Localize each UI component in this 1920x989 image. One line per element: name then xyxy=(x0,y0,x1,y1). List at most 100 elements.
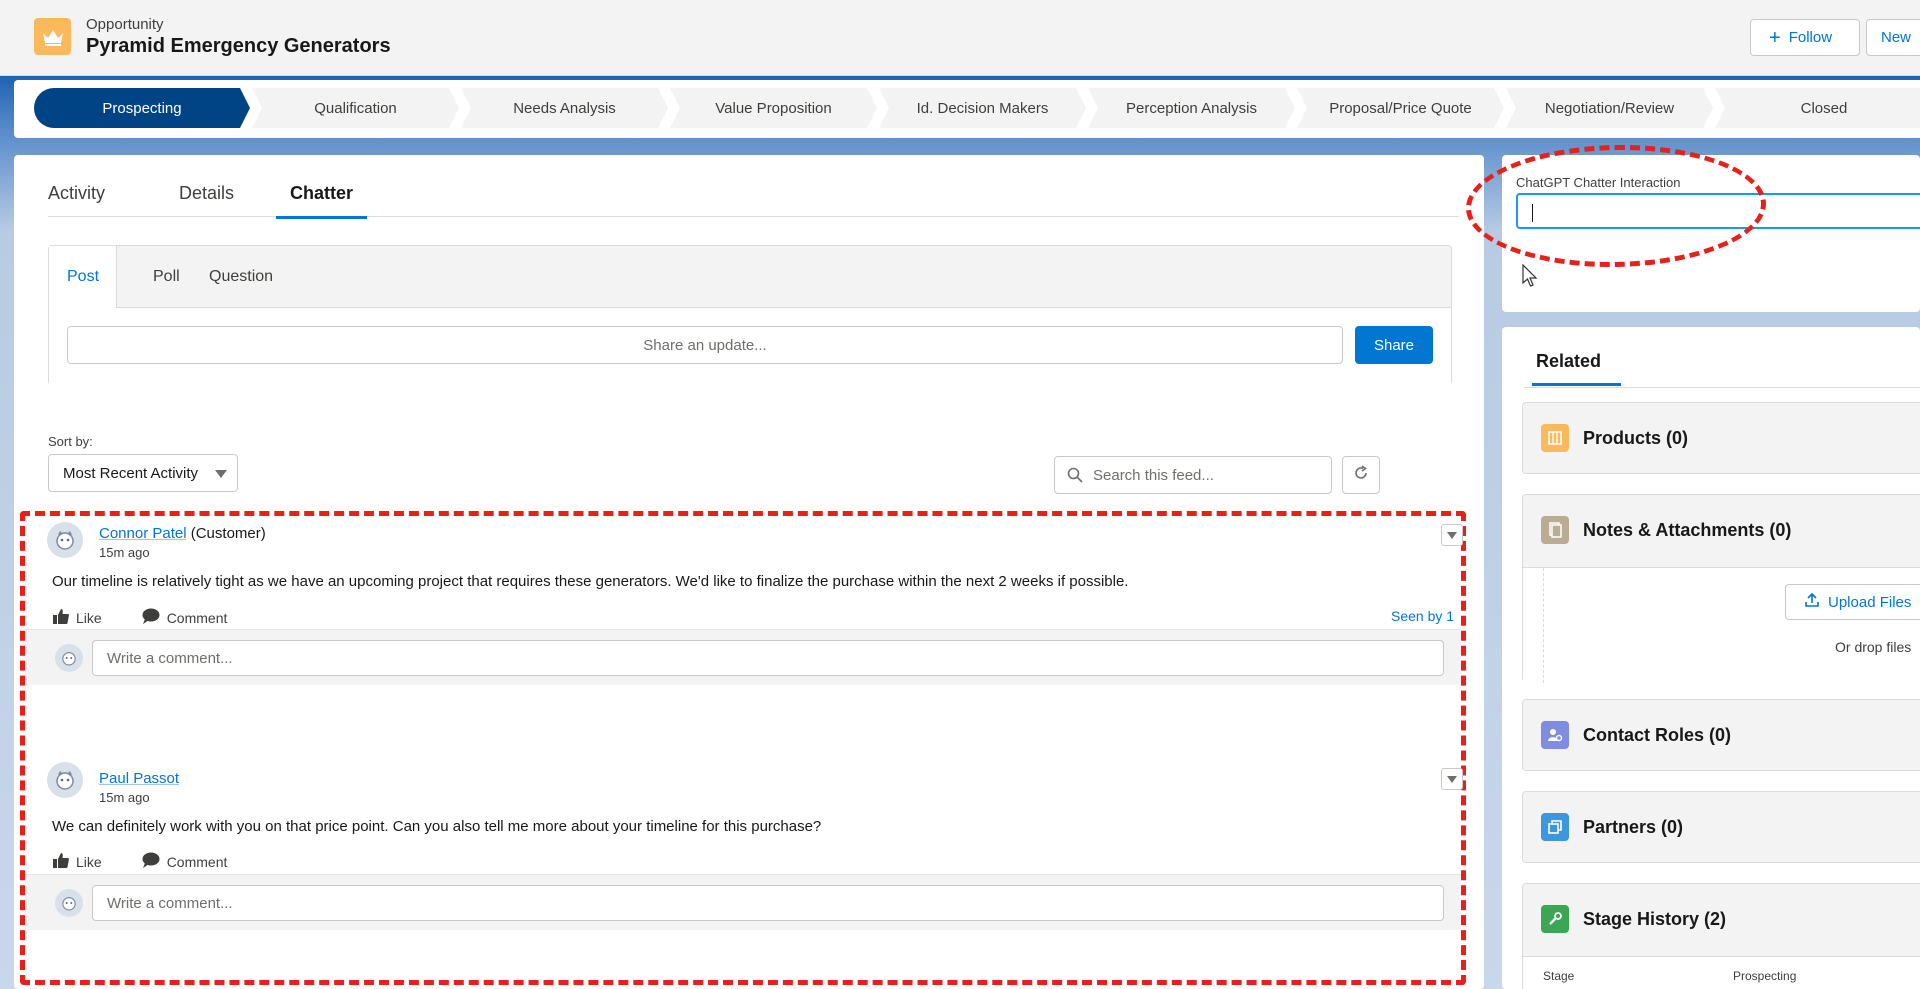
record-header: Opportunity Pyramid Emergency Generators… xyxy=(0,0,1920,76)
comment-label: Comment xyxy=(166,609,228,626)
user-avatar xyxy=(47,762,83,798)
post-timestamp[interactable]: 15m ago xyxy=(99,790,150,805)
user-avatar xyxy=(47,522,83,558)
path-stage-needs-analysis[interactable]: Needs Analysis xyxy=(461,88,668,128)
post-actions: Like Comment xyxy=(53,852,227,871)
partners-icon xyxy=(1541,813,1569,841)
comment-row: Write a comment... xyxy=(25,629,1461,685)
seen-by-link[interactable]: Seen by 1 xyxy=(1391,608,1454,624)
related-list-title[interactable]: Stage History (2) xyxy=(1583,909,1726,930)
feed-search-input[interactable]: Search this feed... xyxy=(1054,456,1332,494)
publisher-tab-question[interactable]: Question xyxy=(191,246,291,308)
tab-activity[interactable]: Activity xyxy=(48,183,105,216)
comment-button[interactable]: Comment xyxy=(142,608,228,627)
sales-path: Prospecting Qualification Needs Analysis… xyxy=(14,80,1920,138)
mouse-pointer-icon xyxy=(1522,263,1538,293)
comment-input[interactable]: Write a comment... xyxy=(92,885,1444,921)
contact-roles-icon xyxy=(1541,721,1569,749)
like-label: Like xyxy=(76,853,102,870)
post-body: Our timeline is relatively tight as we h… xyxy=(52,573,1129,590)
related-list-notes-attachments: Notes & Attachments (0) Upload Files Or … xyxy=(1522,494,1920,683)
feed-highlight-box: Connor Patel (Customer) 15m ago Our time… xyxy=(20,511,1466,985)
caret-down-icon xyxy=(215,470,227,478)
follow-button[interactable]: + Follow xyxy=(1750,19,1860,56)
path-stage-closed[interactable]: Closed xyxy=(1715,88,1920,128)
comment-input[interactable]: Write a comment... xyxy=(92,640,1444,676)
author-link[interactable]: Paul Passot xyxy=(99,770,179,787)
stage-history-col: Stage xyxy=(1543,969,1575,983)
stage-history-icon xyxy=(1541,905,1569,933)
tab-details[interactable]: Details xyxy=(179,183,234,216)
like-button[interactable]: Like xyxy=(53,852,102,871)
stage-history-table: Stage Prospecting xyxy=(1523,956,1920,989)
upload-files-label: Upload Files xyxy=(1828,593,1912,611)
main-card: Activity Details Chatter Post Poll Quest… xyxy=(14,155,1484,989)
related-list-title[interactable]: Products (0) xyxy=(1583,428,1688,449)
publisher-tabs: Post Poll Question xyxy=(49,246,1451,309)
chevron-down-icon xyxy=(1447,770,1457,788)
file-drop-area[interactable]: Upload Files Or drop files xyxy=(1523,567,1920,683)
comment-label: Comment xyxy=(166,853,228,870)
post-author: Paul Passot xyxy=(99,770,179,787)
tab-related[interactable]: Related xyxy=(1532,351,1622,386)
related-list-partners[interactable]: Partners (0) xyxy=(1522,791,1920,863)
path-stage-value-proposition[interactable]: Value Proposition xyxy=(670,88,877,128)
share-update-input[interactable]: Share an update... xyxy=(67,326,1343,364)
new-button[interactable]: New xyxy=(1866,19,1920,56)
publisher-tab-poll[interactable]: Poll xyxy=(135,246,198,308)
post-menu-button[interactable] xyxy=(1441,768,1463,790)
feed-post: Connor Patel (Customer) 15m ago Our time… xyxy=(25,516,1463,760)
path-stage-prospecting[interactable]: Prospecting xyxy=(34,88,250,128)
sort-select[interactable]: Most Recent Activity xyxy=(48,454,238,492)
related-list-contact-roles[interactable]: Contact Roles (0) xyxy=(1522,699,1920,771)
related-list-products[interactable]: Products (0) xyxy=(1522,402,1920,474)
record-title: Pyramid Emergency Generators xyxy=(86,35,391,57)
new-label: New xyxy=(1881,29,1912,46)
user-avatar xyxy=(55,889,83,917)
related-list-title[interactable]: Notes & Attachments (0) xyxy=(1583,520,1791,541)
drop-files-text: Or drop files xyxy=(1835,639,1912,655)
refresh-button[interactable] xyxy=(1342,456,1380,494)
related-list-title[interactable]: Partners (0) xyxy=(1583,817,1683,838)
divider xyxy=(1524,387,1920,388)
refresh-icon xyxy=(1353,464,1369,486)
related-list-stage-history[interactable]: Stage History (2) Stage Prospecting xyxy=(1522,883,1920,989)
publisher-tab-post[interactable]: Post xyxy=(49,246,117,309)
related-card: Related Products (0) Notes & Attachments… xyxy=(1502,327,1920,989)
author-link[interactable]: Connor Patel xyxy=(99,525,187,542)
tab-chatter[interactable]: Chatter xyxy=(276,183,368,219)
share-button[interactable]: Share xyxy=(1355,326,1433,364)
plus-icon: + xyxy=(1769,26,1781,49)
follow-label: Follow xyxy=(1788,29,1833,46)
path-stage-negotiation-review[interactable]: Negotiation/Review xyxy=(1506,88,1713,128)
chatter-publisher: Post Poll Question Share an update... Sh… xyxy=(48,245,1452,385)
author-role: (Customer) xyxy=(190,525,266,542)
user-avatar xyxy=(55,644,83,672)
products-icon xyxy=(1541,424,1569,452)
sort-label: Sort by: xyxy=(48,434,93,449)
comment-button[interactable]: Comment xyxy=(142,852,228,871)
object-type-label: Opportunity xyxy=(86,16,164,33)
upload-files-button[interactable]: Upload Files xyxy=(1785,584,1920,620)
comment-icon xyxy=(142,852,160,871)
comment-row: Write a comment... xyxy=(25,874,1461,930)
chevron-down-icon xyxy=(1447,526,1457,544)
like-button[interactable]: Like xyxy=(53,608,102,627)
path-stage-id-decision-makers[interactable]: Id. Decision Makers xyxy=(879,88,1086,128)
feed-post: Paul Passot 15m ago We can definitely wo… xyxy=(25,760,1463,989)
path-stage-qualification[interactable]: Qualification xyxy=(252,88,459,128)
post-author: Connor Patel (Customer) xyxy=(99,525,266,542)
notes-icon xyxy=(1541,516,1569,544)
upload-icon xyxy=(1804,592,1820,612)
post-body: We can definitely work with you on that … xyxy=(52,818,822,835)
publisher-body: Share an update... Share xyxy=(49,308,1451,385)
path-stage-proposal-price-quote[interactable]: Proposal/Price Quote xyxy=(1297,88,1504,128)
post-timestamp[interactable]: 15m ago xyxy=(99,545,150,560)
crown-icon xyxy=(34,18,71,55)
post-menu-button[interactable] xyxy=(1441,524,1463,546)
related-list-title[interactable]: Contact Roles (0) xyxy=(1583,725,1731,746)
path-stage-perception-analysis[interactable]: Perception Analysis xyxy=(1088,88,1295,128)
like-label: Like xyxy=(76,609,102,626)
search-icon xyxy=(1067,467,1083,487)
stage-history-value: Prospecting xyxy=(1733,969,1797,983)
